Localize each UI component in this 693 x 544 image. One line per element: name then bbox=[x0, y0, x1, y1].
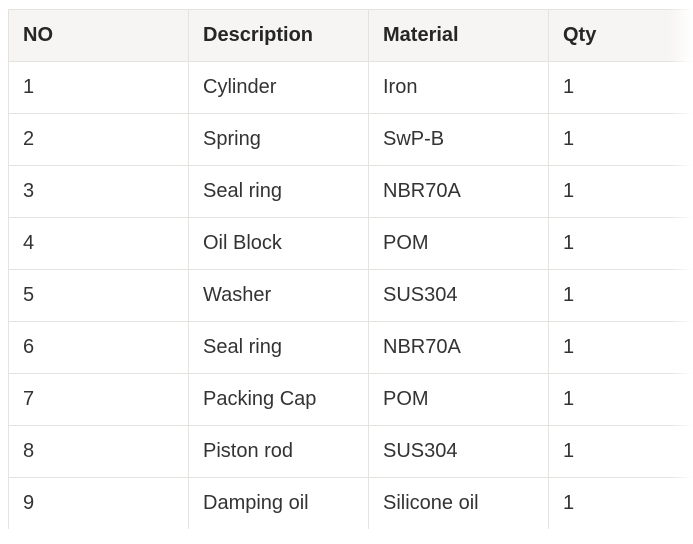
cell-no: 4 bbox=[8, 217, 189, 270]
cell-no: 6 bbox=[8, 321, 189, 374]
cell-material: SUS304 bbox=[368, 425, 549, 478]
cell-material: Silicone oil bbox=[368, 477, 549, 529]
table-header-row: NO Description Material Qty bbox=[8, 9, 693, 62]
cell-qty: 1 bbox=[548, 217, 693, 270]
cell-qty: 1 bbox=[548, 373, 693, 426]
cell-no: 5 bbox=[8, 269, 189, 322]
cell-material: SwP-B bbox=[368, 113, 549, 166]
table-row: 1 Cylinder Iron 1 bbox=[8, 61, 693, 114]
table-row: 2 Spring SwP-B 1 bbox=[8, 113, 693, 166]
header-material: Material bbox=[368, 9, 549, 62]
cell-description: Cylinder bbox=[188, 61, 369, 114]
cell-no: 2 bbox=[8, 113, 189, 166]
cell-material: POM bbox=[368, 373, 549, 426]
cell-qty: 1 bbox=[548, 61, 693, 114]
cell-qty: 1 bbox=[548, 165, 693, 218]
cell-description: Packing Cap bbox=[188, 373, 369, 426]
cell-description: Seal ring bbox=[188, 321, 369, 374]
cell-material: NBR70A bbox=[368, 321, 549, 374]
header-qty: Qty bbox=[548, 9, 693, 62]
cell-qty: 1 bbox=[548, 269, 693, 322]
table-row: 5 Washer SUS304 1 bbox=[8, 269, 693, 322]
cell-description: Damping oil bbox=[188, 477, 369, 529]
cell-no: 7 bbox=[8, 373, 189, 426]
cell-description: Spring bbox=[188, 113, 369, 166]
table-row: 8 Piston rod SUS304 1 bbox=[8, 425, 693, 478]
cell-material: POM bbox=[368, 217, 549, 270]
cell-no: 9 bbox=[8, 477, 189, 529]
cell-no: 8 bbox=[8, 425, 189, 478]
cell-description: Piston rod bbox=[188, 425, 369, 478]
parts-table: NO Description Material Qty 1 Cylinder I… bbox=[8, 9, 693, 529]
cell-description: Oil Block bbox=[188, 217, 369, 270]
cell-material: NBR70A bbox=[368, 165, 549, 218]
header-description: Description bbox=[188, 9, 369, 62]
cell-material: Iron bbox=[368, 61, 549, 114]
cell-qty: 1 bbox=[548, 425, 693, 478]
table-row: 6 Seal ring NBR70A 1 bbox=[8, 321, 693, 374]
table-row: 9 Damping oil Silicone oil 1 bbox=[8, 477, 693, 529]
cell-qty: 1 bbox=[548, 477, 693, 529]
parts-table-container: NO Description Material Qty 1 Cylinder I… bbox=[8, 9, 693, 529]
cell-qty: 1 bbox=[548, 321, 693, 374]
cell-description: Seal ring bbox=[188, 165, 369, 218]
cell-no: 3 bbox=[8, 165, 189, 218]
cell-qty: 1 bbox=[548, 113, 693, 166]
cell-material: SUS304 bbox=[368, 269, 549, 322]
table-row: 4 Oil Block POM 1 bbox=[8, 217, 693, 270]
header-no: NO bbox=[8, 9, 189, 62]
cell-description: Washer bbox=[188, 269, 369, 322]
table-row: 7 Packing Cap POM 1 bbox=[8, 373, 693, 426]
cell-no: 1 bbox=[8, 61, 189, 114]
table-row: 3 Seal ring NBR70A 1 bbox=[8, 165, 693, 218]
